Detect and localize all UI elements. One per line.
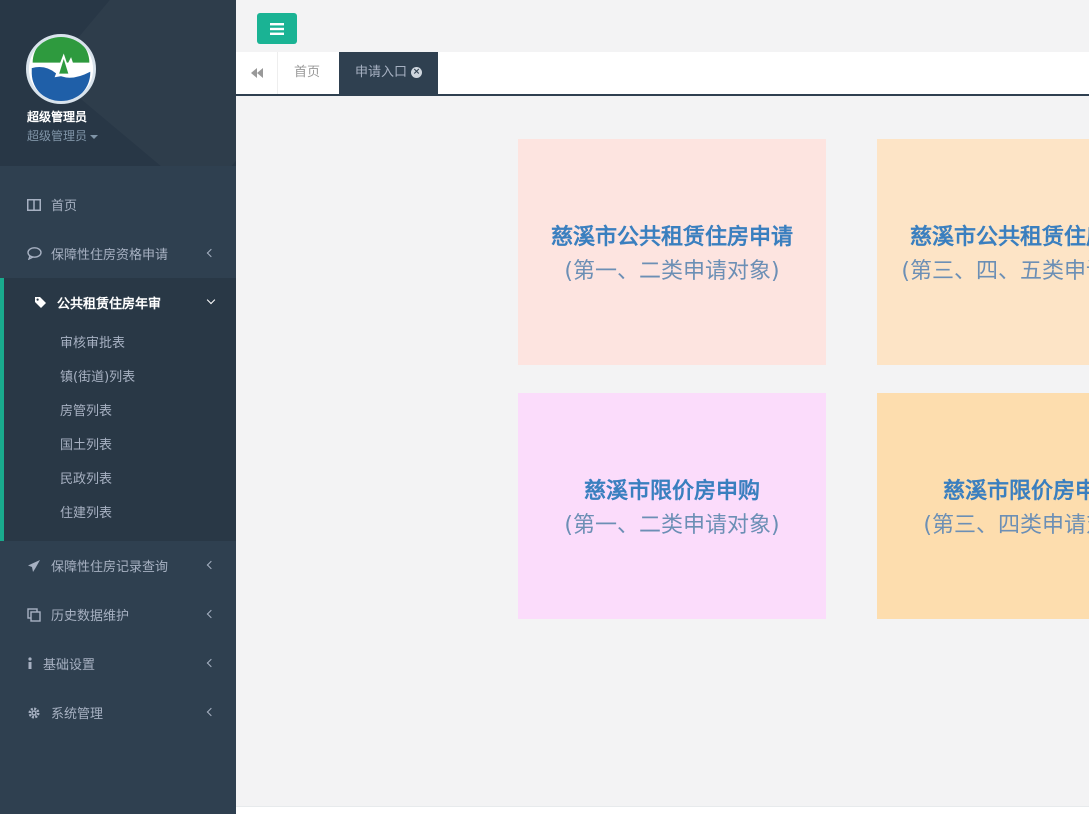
submenu-item-town-list[interactable]: 镇(街道)列表 (4, 361, 236, 395)
profile-panel: 超级管理员 超级管理员 (0, 0, 236, 166)
card-subtitle: (第三、四、五类申请对象) (901, 259, 1089, 284)
submenu-item-housing-list[interactable]: 房管列表 (4, 395, 236, 429)
tab-home[interactable]: 首页 (278, 52, 336, 94)
caret-down-icon (90, 134, 99, 139)
chevron-down-icon (206, 295, 216, 304)
backward-icon (250, 68, 263, 78)
copy-icon (26, 607, 42, 623)
sidebar-item-system-management[interactable]: 系统管理 (0, 688, 236, 737)
card-title: 慈溪市限价房申购 (942, 479, 1089, 504)
tab-label: 申请入口 (355, 65, 408, 80)
card-title: 慈溪市公共租赁住房申请 (909, 225, 1089, 250)
side-menu: 首页 保障性住房资格申请 公共租赁住房年审 审核审批表 镇(街道)列表 房管列表… (0, 180, 236, 737)
sidebar-item-label: 系统管理 (51, 707, 104, 722)
chevron-left-icon (206, 248, 216, 257)
logo-icon (29, 37, 93, 101)
footer-bar (236, 806, 1089, 814)
card-title: 慈溪市限价房申购 (583, 479, 760, 504)
tab-scroll-left-button[interactable] (236, 52, 278, 94)
card-price-limited-1[interactable]: 慈溪市限价房申购 (第一、二类申请对象) (518, 393, 826, 619)
card-title: 慈溪市公共租赁住房申请 (550, 225, 793, 250)
sidebar-item-label: 首页 (51, 199, 78, 214)
tag-icon (32, 295, 48, 311)
chevron-left-icon (206, 658, 216, 667)
tab-apply-entry[interactable]: 申请入口 × (339, 52, 439, 94)
sidebar-item-qualification-apply[interactable]: 保障性住房资格申请 (0, 229, 236, 278)
card-price-limited-2[interactable]: 慈溪市限价房申购 (第三、四类申请对象) (877, 393, 1089, 619)
close-icon[interactable]: × (411, 67, 423, 78)
sidebar-item-label: 基础设置 (43, 658, 96, 673)
submenu-item-land-list[interactable]: 国土列表 (4, 429, 236, 463)
chevron-left-icon (206, 609, 216, 618)
card-public-rental-2[interactable]: 慈溪市公共租赁住房申请 (第三、四、五类申请对象) (877, 139, 1089, 365)
sidebar-toggle-button[interactable] (257, 13, 297, 44)
submenu-item-construction-list[interactable]: 住建列表 (4, 497, 236, 531)
sidebar-item-history-data[interactable]: 历史数据维护 (0, 590, 236, 639)
sidebar: 超级管理员 超级管理员 首页 保障性住房资格申请 公共租赁住房年审 审核审批表 … (0, 0, 236, 814)
gear-icon (26, 705, 42, 721)
chevron-left-icon (206, 560, 216, 569)
sidebar-item-basic-settings[interactable]: 基础设置 (0, 639, 236, 688)
chevron-left-icon (206, 707, 216, 716)
avatar[interactable] (26, 34, 96, 104)
paper-plane-icon (26, 558, 42, 574)
comment-icon (26, 246, 42, 262)
card-subtitle: (第三、四类申请对象) (923, 513, 1089, 538)
user-name: 超级管理员 (27, 110, 88, 124)
sidebar-item-label: 保障性住房记录查询 (51, 560, 169, 575)
sidebar-item-home[interactable]: 首页 (0, 180, 236, 229)
sidebar-item-label: 历史数据维护 (51, 609, 130, 624)
sidebar-group-annual-review: 公共租赁住房年审 审核审批表 镇(街道)列表 房管列表 国土列表 民政列表 住建… (0, 278, 236, 541)
user-role-dropdown[interactable]: 超级管理员 (27, 127, 99, 144)
card-subtitle: (第一、二类申请对象) (564, 513, 780, 538)
tab-bar: 首页 申请入口 × (236, 52, 1089, 96)
top-bar (236, 0, 1089, 52)
card-subtitle: (第一、二类申请对象) (564, 259, 780, 284)
submenu-item-civil-list[interactable]: 民政列表 (4, 463, 236, 497)
sidebar-item-record-query[interactable]: 保障性住房记录查询 (0, 541, 236, 590)
sidebar-item-annual-review[interactable]: 公共租赁住房年审 (4, 278, 236, 327)
sidebar-item-label: 公共租赁住房年审 (57, 297, 162, 312)
sidebar-item-label: 保障性住房资格申请 (51, 248, 169, 263)
main-content: 慈溪市公共租赁住房申请 (第一、二类申请对象) 慈溪市公共租赁住房申请 (第三、… (236, 96, 1089, 806)
user-role-label: 超级管理员 (27, 129, 88, 143)
menu-bars-icon (270, 22, 284, 35)
info-icon (26, 656, 34, 672)
submenu-item-review-table[interactable]: 审核审批表 (4, 327, 236, 361)
submenu: 审核审批表 镇(街道)列表 房管列表 国土列表 民政列表 住建列表 (4, 327, 236, 541)
card-public-rental-1[interactable]: 慈溪市公共租赁住房申请 (第一、二类申请对象) (518, 139, 826, 365)
columns-icon (26, 197, 42, 213)
